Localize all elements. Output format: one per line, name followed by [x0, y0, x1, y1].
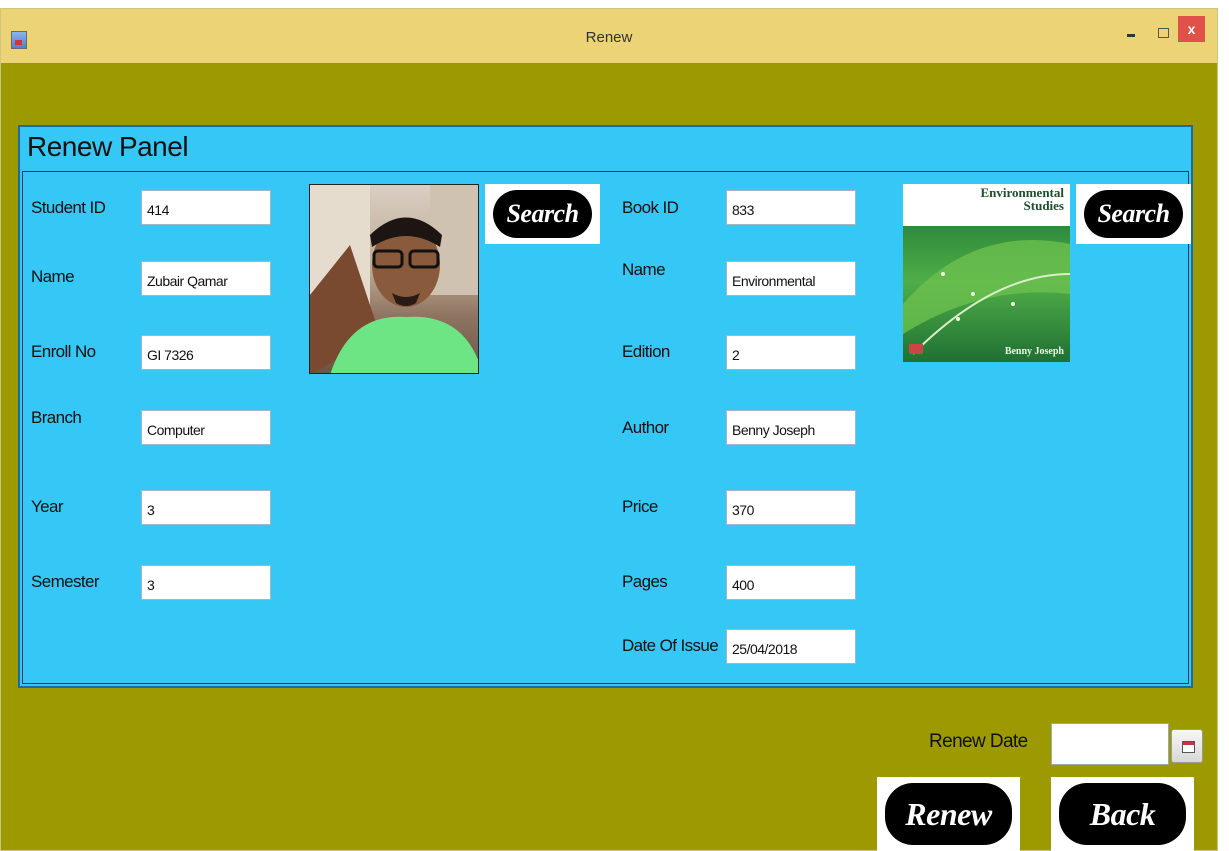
date-of-issue-field[interactable]: 25/04/2018 [726, 629, 856, 664]
book-id-label: Book ID [622, 198, 679, 217]
book-name-label: Name [622, 260, 666, 279]
panel-content: Student ID 414 Name Zubair Qamar Enroll … [22, 171, 1191, 684]
semester-label: Semester [31, 572, 100, 591]
renew-window: Renew x Renew Panel Student ID 414 Name … [0, 8, 1218, 851]
renew-button[interactable]: Renew [877, 777, 1020, 851]
book-search-button[interactable]: Search [1076, 184, 1191, 244]
window-title: Renew [585, 29, 633, 46]
calendar-icon [1182, 741, 1195, 753]
year-label: Year [31, 497, 64, 516]
book-cover-title-line2: Studies [1023, 198, 1064, 213]
semester-field[interactable]: 3 [141, 565, 271, 600]
renew-panel: Renew Panel Student ID 414 Name Zubair Q… [18, 125, 1193, 688]
minimize-icon[interactable] [1127, 27, 1137, 37]
year-field[interactable]: 3 [141, 490, 271, 525]
student-search-label: Search [493, 190, 592, 238]
renew-date-label: Renew Date [929, 731, 1028, 752]
author-field[interactable]: Benny Joseph [726, 410, 856, 445]
panel-title: Renew Panel [27, 131, 189, 162]
branch-label: Branch [31, 408, 82, 427]
student-photo [309, 184, 479, 374]
maximize-icon[interactable] [1158, 28, 1169, 38]
student-photo-image [310, 185, 478, 373]
back-button[interactable]: Back [1051, 777, 1194, 851]
student-search-button[interactable]: Search [485, 184, 600, 244]
book-name-field[interactable]: Environmental [726, 261, 856, 296]
book-search-label: Search [1084, 190, 1183, 238]
renew-date-field[interactable] [1051, 723, 1169, 765]
branch-field[interactable]: Computer [141, 410, 271, 445]
student-name-label: Name [31, 267, 75, 286]
title-bar: Renew x [1, 9, 1217, 63]
date-picker-button[interactable] [1171, 729, 1203, 763]
pages-field[interactable]: 400 [726, 565, 856, 600]
date-of-issue-label: Date Of Issue [622, 636, 719, 655]
edition-label: Edition [622, 342, 670, 361]
price-label: Price [622, 497, 658, 516]
student-id-field[interactable]: 414 [141, 190, 271, 225]
enroll-no-field[interactable]: GI 7326 [141, 335, 271, 370]
book-cover-author: Benny Joseph [1004, 346, 1064, 357]
edition-field[interactable]: 2 [726, 335, 856, 370]
author-label: Author [622, 418, 669, 437]
student-name-field[interactable]: Zubair Qamar [141, 261, 271, 296]
book-cover-title: Environmental Studies [980, 186, 1064, 212]
enroll-no-label: Enroll No [31, 342, 96, 361]
close-icon[interactable]: x [1178, 16, 1205, 42]
book-cover-image: Environmental Studies Benny Joseph [903, 184, 1070, 362]
student-id-label: Student ID [31, 198, 106, 217]
renew-button-label: Renew [885, 783, 1012, 845]
back-button-label: Back [1059, 783, 1186, 845]
book-id-field[interactable]: 833 [726, 190, 856, 225]
pages-label: Pages [622, 572, 668, 591]
price-field[interactable]: 370 [726, 490, 856, 525]
